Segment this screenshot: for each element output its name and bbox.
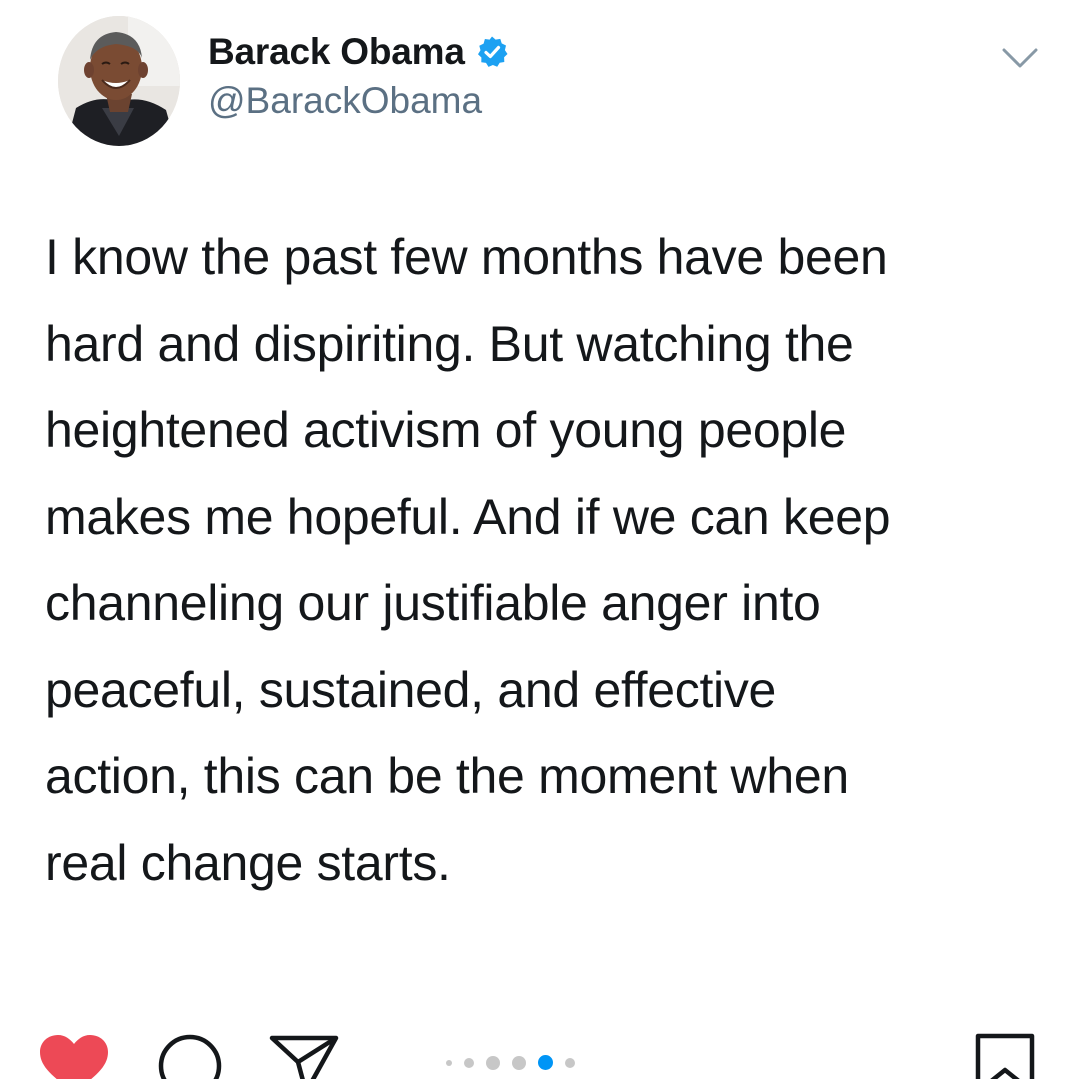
author-handle[interactable]: @BarackObama (208, 80, 482, 122)
heart-icon[interactable] (38, 1034, 110, 1079)
carousel-dot (446, 1059, 452, 1066)
tweet-text-line: makes me hopeful. And if we can keep (45, 488, 891, 545)
profile-photo-icon (58, 16, 180, 146)
send-icon[interactable] (268, 1034, 340, 1079)
instagram-post-screenshot: Barack Obama @BarackObama I know the pas… (0, 0, 1080, 1079)
tweet-text-line: I know the past few months have been (45, 229, 888, 285)
tweet-text-line: channeling our justifiable anger into (45, 575, 821, 631)
carousel-indicator (446, 1055, 575, 1070)
author-display-name[interactable]: Barack Obama (208, 31, 465, 73)
tweet-text: I know the past few months have been har… (45, 214, 1045, 906)
tweet-text-line: hard and dispiriting. But watching the (45, 315, 854, 372)
tweet-text-line: action, this can be the moment when (45, 748, 849, 804)
avatar[interactable] (58, 16, 180, 146)
comment-icon[interactable] (156, 1034, 224, 1079)
carousel-dot (512, 1055, 526, 1070)
carousel-dot (486, 1055, 500, 1070)
carousel-dot-active (538, 1055, 553, 1070)
carousel-dot (565, 1057, 575, 1068)
carousel-dot (464, 1057, 474, 1068)
bookmark-icon[interactable] (974, 1032, 1038, 1079)
tweet-text-line: heightened activism of young people (45, 402, 847, 458)
author-name-row: Barack Obama (208, 28, 509, 76)
verified-badge-icon (477, 36, 508, 67)
post-action-bar (0, 1026, 1080, 1079)
tweet-text-line: real change starts. (45, 834, 451, 891)
tweet-text-line: peaceful, sustained, and effective (45, 661, 777, 718)
chevron-down-icon[interactable] (1000, 44, 1040, 72)
